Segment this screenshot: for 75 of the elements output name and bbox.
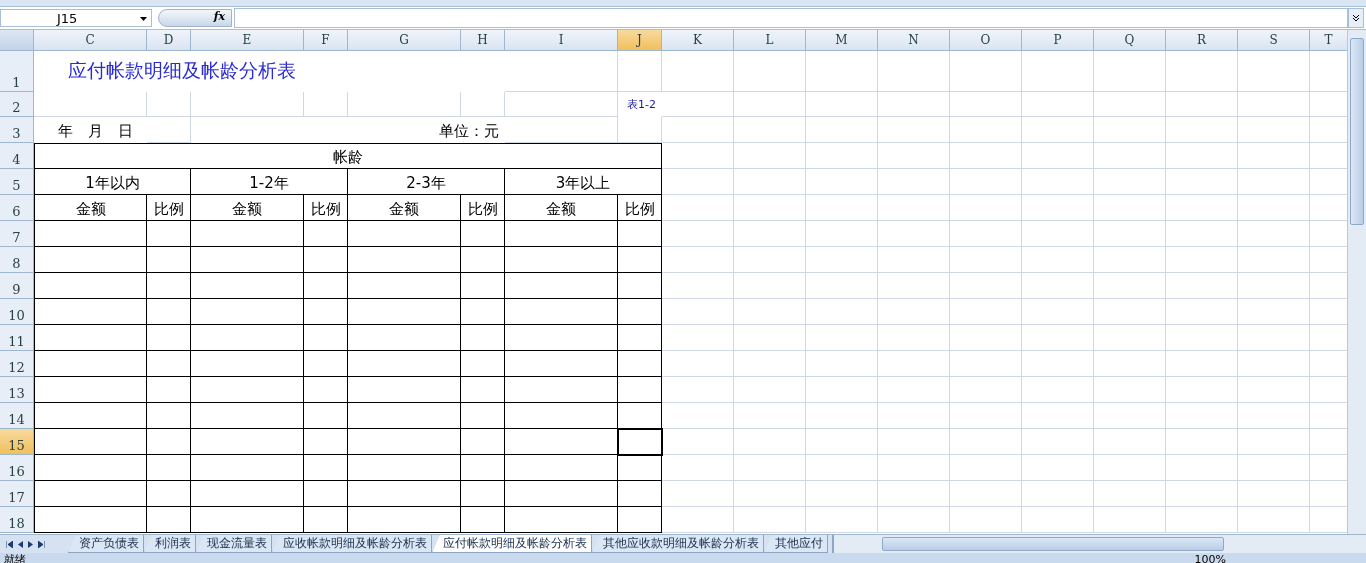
- row-header[interactable]: 16: [0, 455, 34, 481]
- insert-function-button[interactable]: fx: [158, 9, 232, 27]
- table-number: 表1-2: [626, 97, 657, 113]
- previous-sheet-icon[interactable]: [18, 540, 23, 548]
- row-header[interactable]: 4: [0, 143, 34, 169]
- expand-chevron-icon[interactable]: [1348, 8, 1364, 28]
- column-header[interactable]: K: [662, 30, 734, 51]
- row-header[interactable]: 14: [0, 403, 34, 429]
- row-header[interactable]: 15: [0, 429, 34, 455]
- row-header[interactable]: 1: [0, 51, 34, 92]
- column-header[interactable]: G: [348, 30, 461, 51]
- row-header[interactable]: 12: [0, 351, 34, 377]
- header-cell: 1年以内: [34, 169, 191, 195]
- column-header[interactable]: J: [618, 30, 662, 51]
- row-header[interactable]: 7: [0, 221, 34, 247]
- row-header[interactable]: 13: [0, 377, 34, 403]
- sheet-tab[interactable]: 应收帐款明细及帐龄分析表: [272, 535, 432, 553]
- column-header[interactable]: R: [1166, 30, 1238, 51]
- status-text: 就绪: [4, 551, 26, 563]
- column-header[interactable]: D: [147, 30, 191, 51]
- header-cell: 金额: [34, 195, 147, 221]
- unit-label: 单位：元: [438, 121, 500, 142]
- column-header[interactable]: I: [505, 30, 618, 51]
- vertical-scrollbar[interactable]: [1347, 30, 1366, 534]
- sheet-tab[interactable]: 资产负债表: [68, 535, 144, 553]
- row-header[interactable]: 8: [0, 247, 34, 273]
- zoom-level: 100%: [1194, 552, 1226, 563]
- column-header[interactable]: S: [1238, 30, 1310, 51]
- column-header[interactable]: Q: [1094, 30, 1166, 51]
- row-header[interactable]: 18: [0, 507, 34, 533]
- row-header[interactable]: 11: [0, 325, 34, 351]
- header-cell: 比例: [618, 195, 662, 221]
- sheet-tab[interactable]: 其他应收款明细及帐龄分析表: [592, 535, 764, 553]
- column-header[interactable]: P: [1022, 30, 1094, 51]
- header-cell: 3年以上: [505, 169, 662, 195]
- row-header[interactable]: 5: [0, 169, 34, 195]
- sheet-title: 应付帐款明细及帐龄分析表: [67, 58, 297, 83]
- sheet-tab[interactable]: 现金流量表: [196, 535, 272, 553]
- column-header[interactable]: F: [304, 30, 348, 51]
- row-header[interactable]: 6: [0, 195, 34, 221]
- column-header[interactable]: T: [1310, 30, 1347, 51]
- row-header[interactable]: 9: [0, 273, 34, 299]
- row-header[interactable]: 10: [0, 299, 34, 325]
- row-header[interactable]: 17: [0, 481, 34, 507]
- select-all-button[interactable]: [0, 30, 34, 51]
- name-box[interactable]: J15: [0, 9, 152, 27]
- last-sheet-icon[interactable]: [38, 540, 45, 548]
- column-header[interactable]: M: [806, 30, 878, 51]
- header-cell: 金额: [505, 195, 618, 221]
- column-header[interactable]: O: [950, 30, 1022, 51]
- sheet-tab[interactable]: 应付帐款明细及帐龄分析表: [432, 535, 592, 553]
- next-sheet-icon[interactable]: [28, 540, 33, 548]
- horizontal-scrollbar[interactable]: [832, 535, 1366, 553]
- formula-input[interactable]: [234, 8, 1348, 28]
- sheet-tab[interactable]: 利润表: [144, 535, 196, 553]
- date-label: 年 月 日: [57, 121, 134, 142]
- row-header[interactable]: 3: [0, 117, 34, 143]
- column-header[interactable]: E: [191, 30, 304, 51]
- header-cell: 1-2年: [191, 169, 348, 195]
- sheet-tab[interactable]: 其他应付: [764, 535, 828, 553]
- header-cell: 帐龄: [34, 143, 662, 169]
- header-cell: 比例: [304, 195, 348, 221]
- dropdown-caret-icon: [140, 17, 147, 21]
- header-cell: 比例: [461, 195, 505, 221]
- first-sheet-icon[interactable]: [6, 540, 13, 548]
- column-header[interactable]: H: [461, 30, 505, 51]
- row-header[interactable]: 2: [0, 92, 34, 117]
- header-cell: 比例: [147, 195, 191, 221]
- column-header[interactable]: L: [734, 30, 806, 51]
- column-header[interactable]: C: [34, 30, 147, 51]
- column-header[interactable]: N: [878, 30, 950, 51]
- header-cell: 金额: [191, 195, 304, 221]
- header-cell: 2-3年: [348, 169, 505, 195]
- header-cell: 金额: [348, 195, 461, 221]
- cell-cursor: [617, 428, 663, 456]
